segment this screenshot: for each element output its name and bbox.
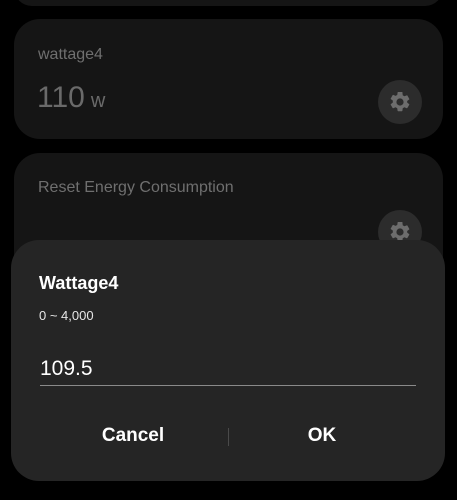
screen: wattage4 110 w Reset Energy Consumption W… <box>0 0 457 500</box>
dialog-range-hint: 0 ~ 4,000 <box>39 308 94 323</box>
ok-button[interactable]: OK <box>227 418 417 454</box>
wattage-input-field[interactable] <box>40 348 416 386</box>
wattage-value-display: 110 w <box>37 81 105 118</box>
wattage-card-label: wattage4 <box>38 46 103 63</box>
reset-energy-label: Reset Energy Consumption <box>38 179 234 196</box>
dialog-title: Wattage4 <box>39 273 119 293</box>
wattage-unit: w <box>90 90 106 112</box>
wattage-input-dialog: Wattage4 0 ~ 4,000 Cancel OK <box>11 240 445 481</box>
card-previous <box>14 0 443 6</box>
wattage-value: 110 <box>37 81 85 114</box>
gear-icon <box>390 91 410 112</box>
wattage-settings-button[interactable] <box>378 80 422 124</box>
wattage-card[interactable]: wattage4 110 w <box>14 19 443 139</box>
dialog-actions: Cancel OK <box>11 418 445 454</box>
cancel-button[interactable]: Cancel <box>38 418 228 454</box>
